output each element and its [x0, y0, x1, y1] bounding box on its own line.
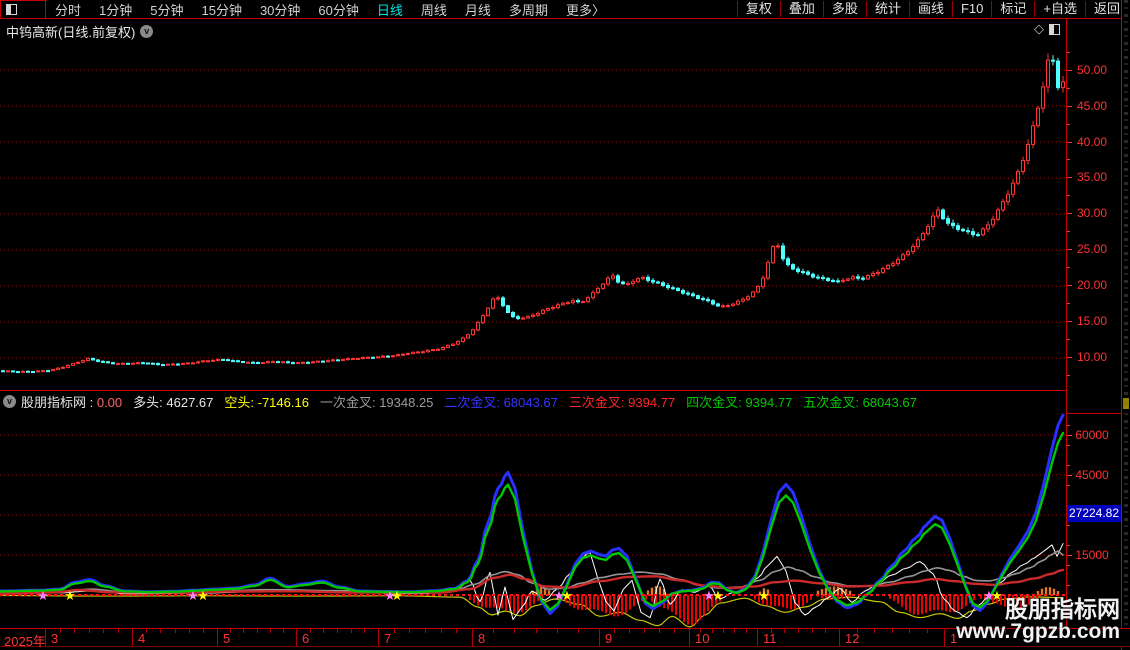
tab-period-7[interactable]: 周线 — [421, 0, 447, 19]
indicator-field-3: 一次金叉: 19348.25 — [319, 395, 434, 410]
price-axis-label-7: 15.00 — [1076, 314, 1108, 328]
toolbar-button-3[interactable]: 统计 — [865, 1, 909, 17]
chart-title-row: 中钨高新(日线.前复权) v — [6, 22, 154, 41]
layout-toggle-button[interactable] — [0, 0, 46, 19]
indicator-field-4: 二次金叉: 68043.67 — [444, 395, 558, 410]
price-axis-label-1: 45.00 — [1076, 99, 1108, 113]
month-label-3: 3 — [51, 631, 59, 646]
period-tabs: 分时 1分钟 5分钟 15分钟 30分钟 60分钟 日线 周线 月线 多周期 更多〉 — [46, 0, 614, 18]
layout-icon — [6, 3, 17, 15]
buy-signal-star-pink: ★ — [37, 589, 49, 604]
price-axis-label-5: 25.00 — [1076, 242, 1108, 256]
indicator-field-2: 空头: -7146.16 — [224, 395, 309, 410]
month-label-10: 10 — [695, 631, 710, 646]
month-label-11: 11 — [763, 631, 777, 646]
indicator-axis-label-2: 15000 — [1075, 548, 1109, 562]
month-label-8: 8 — [478, 631, 486, 646]
tab-period-0[interactable]: 分时 — [55, 0, 81, 19]
price-axis: 50.00 45.00 40.00 35.00 30.00 25.00 20.00 15.00… — [1066, 19, 1122, 647]
chevron-down-icon[interactable]: v — [140, 25, 154, 38]
month-label-5: 5 — [223, 631, 231, 646]
indicator-axis-label-0: 60000 — [1075, 428, 1109, 442]
app-window: 分时 1分钟 5分钟 15分钟 30分钟 60分钟 日线 周线 月线 多周期 更多〉 复权 叠加 多股统… — [0, 0, 1130, 650]
clipped-text-fragments — [1124, 0, 1128, 650]
toolbar-button-4[interactable]: 画线 — [908, 1, 952, 17]
year-label: 2025年 — [4, 634, 46, 649]
indicator-header: v 股朋指标网 : 0.00 多头: 4627.67 空头: -7146.16 一次金… — [3, 392, 1063, 411]
tab-period-9[interactable]: 多周期 — [509, 0, 548, 19]
indicator-field-1: 多头: 4627.67 — [133, 395, 214, 410]
indicator-chart[interactable]: ★ ★ ★ ★ ★ ★★ ★ ★ ★ ★ ★ ★ — [0, 412, 1066, 628]
month-label-7: 7 — [384, 631, 392, 646]
buy-signal-star-yellow: ★ — [561, 589, 573, 604]
buy-signal-star-yellow: ★ — [712, 589, 724, 604]
candlestick-chart[interactable] — [0, 19, 1066, 390]
top-toolbar: 分时 1分钟 5分钟 15分钟 30分钟 60分钟 日线 周线 月线 多周期 更多〉 复权 叠加 多股统… — [0, 0, 1130, 19]
indicator-values: 股朋指标网 : 0.00 多头: 4627.67 空头: -7146.16 一次金叉:… — [21, 392, 928, 411]
month-label-9: 9 — [605, 631, 613, 646]
price-axis-label-4: 30.00 — [1076, 206, 1108, 220]
tab-period-2[interactable]: 5分钟 — [150, 0, 183, 19]
panel-divider[interactable] — [0, 390, 1130, 391]
watermark-name: 股朋指标网 — [1005, 596, 1120, 622]
toolbar-buttons: 复权 叠加 多股 统计 画线 F10 标记 +自选 返回 — [736, 0, 1129, 18]
clipped-yellow-fragment — [1123, 398, 1129, 409]
month-label-6: 6 — [302, 631, 310, 646]
pane-split-icon[interactable] — [1049, 23, 1060, 35]
buy-signal-star-yellow: ★ — [197, 589, 209, 604]
indicator-field-6: 四次金叉: 9394.77 — [686, 395, 793, 410]
tab-period-1[interactable]: 1分钟 — [99, 0, 132, 19]
toolbar-button-5[interactable]: F10 — [951, 1, 991, 17]
price-axis-label-0: 50.00 — [1076, 63, 1108, 77]
toolbar-button-1[interactable]: 叠加 — [779, 1, 823, 17]
tab-period-3[interactable]: 15分钟 — [201, 0, 241, 19]
tab-period-4[interactable]: 30分钟 — [260, 0, 300, 19]
tab-period-10[interactable]: 更多〉 — [566, 0, 605, 19]
price-axis-label-3: 35.00 — [1076, 170, 1108, 184]
toolbar-button-2[interactable]: 多股 — [822, 1, 866, 17]
tab-period-5[interactable]: 60分钟 — [318, 0, 358, 19]
buy-signal-star-yellow: ★ — [758, 589, 770, 604]
indicator-field-5: 三次金叉: 9394.77 — [568, 395, 676, 410]
month-label-4: 4 — [138, 631, 146, 646]
indicator-field-0: 股朋指标网 : 0.00 — [21, 395, 123, 410]
diamond-icon[interactable]: ◇ — [1034, 21, 1044, 37]
month-label-12: 12 — [845, 631, 860, 646]
indicator-field-7: 五次金叉: 68043.67 — [803, 395, 917, 410]
indicator-axis-label-1: 45000 — [1075, 468, 1109, 482]
tab-period-6[interactable]: 日线 — [377, 0, 403, 19]
price-axis-label-2: 40.00 — [1076, 135, 1108, 149]
price-axis-label-8: 10.00 — [1076, 350, 1108, 364]
buy-signal-star-yellow: ★ — [64, 589, 76, 604]
right-edge-strip — [1121, 0, 1130, 650]
toolbar-button-6[interactable]: 标记 — [991, 1, 1034, 17]
toolbar-button-0[interactable]: 复权 — [736, 1, 780, 17]
buy-signal-star-yellow: ★ — [391, 589, 403, 604]
indicator-current-value: 27224.82 — [1067, 505, 1121, 522]
chevron-down-icon[interactable]: v — [3, 395, 16, 408]
watermark-url: www.7gpzb.com — [956, 620, 1120, 644]
page-title: 中钨高新(日线.前复权) — [6, 25, 136, 40]
site-watermark: 股朋指标网 www.7gpzb.com — [956, 597, 1120, 643]
tab-period-8[interactable]: 月线 — [465, 0, 491, 19]
price-axis-label-6: 20.00 — [1076, 278, 1108, 292]
toolbar-button-7[interactable]: +自选 — [1034, 1, 1085, 17]
